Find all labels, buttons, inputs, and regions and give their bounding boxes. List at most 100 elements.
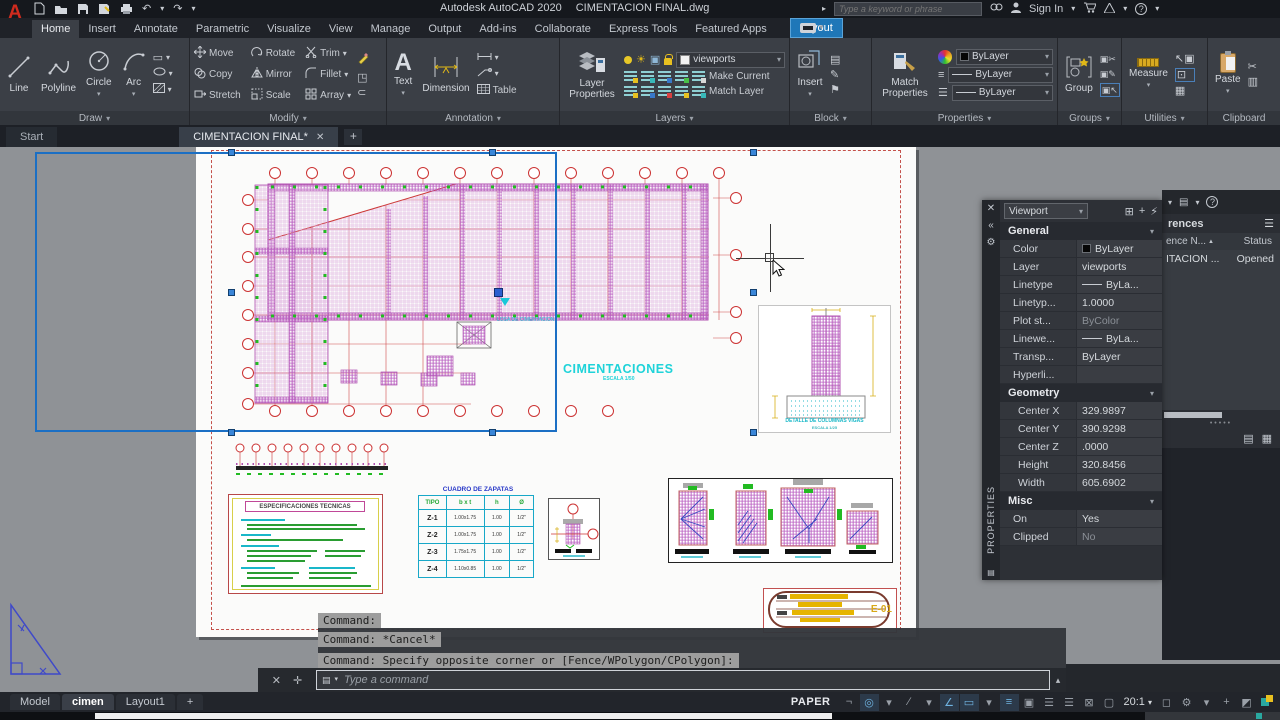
customize-menu-icon[interactable]: ▾ <box>335 674 339 686</box>
layer-tool-icon[interactable] <box>641 86 654 97</box>
status-toggle[interactable]: ≡ <box>1000 694 1019 711</box>
autohide-icon[interactable]: « <box>988 220 994 231</box>
list-view-icon[interactable]: ☰ <box>1264 217 1274 230</box>
object-color-dropdown[interactable]: ByLayer ▾ <box>956 49 1053 65</box>
status-toggle[interactable]: ▭ <box>960 694 979 711</box>
panel-title-properties[interactable]: Properties▾ <box>872 111 1057 125</box>
status-toggle[interactable]: ▣ <box>1020 694 1039 711</box>
video-tutorial-icon[interactable]: ▾ <box>800 22 824 37</box>
dim-style-button[interactable]: ▾ <box>477 52 517 65</box>
hatch-tool-button[interactable]: ▾ <box>153 83 173 97</box>
layer-tool-icon[interactable] <box>675 71 688 82</box>
copy-clip-icon[interactable]: ▥ <box>1248 76 1258 88</box>
status-toggle[interactable]: ▾ <box>880 694 899 711</box>
quick-calc-icon[interactable]: ▦ <box>1175 85 1195 97</box>
insert-button[interactable]: Insert ▾ <box>794 48 826 101</box>
ribbon-tab[interactable]: Annotate <box>125 20 187 38</box>
status-toggle[interactable]: ▾ <box>920 694 939 711</box>
copy-button[interactable]: Copy <box>194 67 241 83</box>
layer-tool-icon[interactable] <box>658 71 671 82</box>
undo-icon[interactable]: ↶ <box>142 3 151 15</box>
make-current-button[interactable]: Make Current <box>709 71 770 83</box>
panel-title-layers[interactable]: Layers▾ <box>560 111 789 125</box>
edit-block-icon[interactable]: ✎ <box>830 69 840 81</box>
command-input[interactable] <box>342 673 1044 687</box>
measure-button[interactable]: Measure ▾ <box>1126 57 1171 92</box>
plot-icon[interactable] <box>120 3 133 15</box>
file-tab-start[interactable]: Start <box>6 127 57 147</box>
layer-tool-icon[interactable] <box>658 86 671 97</box>
match-layer-button[interactable]: Match Layer <box>709 86 764 98</box>
erase-icon[interactable] <box>357 51 370 69</box>
status-toggle[interactable]: ⊠ <box>1080 694 1099 711</box>
search-icon[interactable] <box>990 2 1003 16</box>
circle-button[interactable]: Circle ▾ <box>83 48 115 101</box>
command-history-toggle-icon[interactable]: ▴ <box>1050 675 1066 686</box>
trim-button[interactable]: Trim▾ <box>305 46 351 62</box>
status-toggle[interactable]: ◎ <box>860 694 879 711</box>
panel-title-block[interactable]: Block▾ <box>790 111 871 125</box>
panel-title-clipboard[interactable]: Clipboard <box>1208 111 1280 125</box>
viewport-grip[interactable] <box>228 289 235 296</box>
status-toggle[interactable]: ¬ <box>840 694 859 711</box>
viewport-center-grip[interactable] <box>494 288 503 297</box>
selection-type-dropdown[interactable]: Viewport ▾ <box>1004 203 1088 219</box>
sign-in-label[interactable]: Sign In <box>1029 3 1063 15</box>
paper-space-toggle[interactable]: PAPER <box>783 696 839 708</box>
ribbon-tab[interactable]: Visualize <box>258 20 320 38</box>
autodesk-app-icon[interactable] <box>1104 3 1115 16</box>
group-select-icon[interactable]: ▣↖ <box>1100 83 1120 97</box>
save-icon[interactable] <box>77 3 89 15</box>
ribbon-tab[interactable]: View <box>320 20 362 38</box>
new-layout-button[interactable]: + <box>177 694 203 710</box>
explode-icon[interactable]: ◳ <box>357 72 370 84</box>
stretch-button[interactable]: Stretch <box>194 88 241 104</box>
ribbon-tab[interactable]: Manage <box>362 20 420 38</box>
xref-col-status[interactable]: Status <box>1244 236 1280 247</box>
mirror-button[interactable]: Mirror <box>251 67 295 83</box>
line-button[interactable]: Line <box>4 54 34 95</box>
help-icon[interactable]: ? <box>1135 3 1147 15</box>
ribbon-tab[interactable]: Featured Apps <box>686 20 776 38</box>
redo-menu-icon[interactable]: ▾ <box>191 3 195 15</box>
new-drawing-tab-button[interactable]: + <box>344 129 362 145</box>
layer-tool-icon[interactable] <box>624 86 637 97</box>
status-toggle[interactable]: ◩ <box>1237 694 1256 711</box>
layer-tool-icon[interactable] <box>641 71 654 82</box>
offset-icon[interactable]: ⊂ <box>357 87 370 99</box>
fillet-button[interactable]: Fillet▾ <box>305 67 351 83</box>
sign-in-menu-icon[interactable]: ▾ <box>1071 3 1075 15</box>
layout-viewport[interactable] <box>35 152 557 432</box>
isolate-objects-icon[interactable] <box>1257 693 1276 712</box>
help-menu-icon[interactable]: ▾ <box>1155 3 1159 15</box>
array-button[interactable]: Array▾ <box>305 88 351 104</box>
viewport-grip[interactable] <box>750 149 757 156</box>
xref-help-icon[interactable]: ? <box>1206 196 1218 208</box>
viewport-grip[interactable] <box>489 429 496 436</box>
quick-select-icon[interactable]: ⚡ <box>1150 205 1158 218</box>
ribbon-tab[interactable]: Express Tools <box>600 20 686 38</box>
ribbon-tab[interactable]: Parametric <box>187 20 258 38</box>
linetype-dropdown[interactable]: ByLayer ▾ <box>952 85 1053 101</box>
viewport-scale[interactable]: 20:1 ▾ <box>1120 696 1157 708</box>
id-point-icon[interactable]: ⊡ <box>1175 68 1195 82</box>
ribbon-tab[interactable]: Add-ins <box>470 20 525 38</box>
section-general[interactable]: General▾ <box>1000 222 1162 240</box>
toggle-pickadd-icon[interactable]: ⊞ <box>1125 205 1134 218</box>
status-toggle[interactable]: ⚙ <box>1177 694 1196 711</box>
command-input-box[interactable]: ▤ ▾ <box>316 670 1050 690</box>
panel-title-groups[interactable]: Groups▾ <box>1058 111 1121 125</box>
table-button[interactable]: Table <box>477 84 517 98</box>
layer-properties-button[interactable]: Layer Properties <box>564 49 620 101</box>
status-toggle[interactable]: ☰ <box>1060 694 1079 711</box>
layout-tab-layout1[interactable]: Layout1 <box>116 694 175 710</box>
save-as-icon[interactable] <box>98 3 111 15</box>
status-toggle[interactable]: ∕ <box>900 694 919 711</box>
status-toggle[interactable]: ☰ <box>1040 694 1059 711</box>
layer-dropdown[interactable]: viewports ▾ <box>676 52 785 68</box>
close-file-tab-icon[interactable]: ✕ <box>316 132 324 143</box>
panel-title-utilities[interactable]: Utilities▾ <box>1122 111 1207 125</box>
section-geometry[interactable]: Geometry▾ <box>1000 384 1162 402</box>
close-command-icon[interactable]: ✕ <box>272 674 281 687</box>
app-menu-icon[interactable]: ▾ <box>1123 3 1127 15</box>
